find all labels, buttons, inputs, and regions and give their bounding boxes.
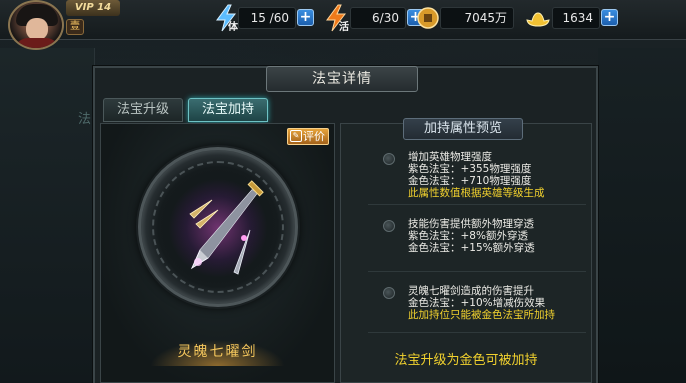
bonus-slot-1[interactable]: 增加英雄物理强度 紫色法宝：+355物理强度 金色法宝：+710物理强度 此属性… bbox=[368, 145, 586, 205]
edit-icon: ✎ bbox=[290, 130, 302, 142]
stamina-value: 15 /60 bbox=[238, 7, 296, 29]
rank-badge: 壹 bbox=[66, 19, 84, 35]
avatar-face bbox=[26, 18, 48, 40]
background-left-panel bbox=[0, 48, 95, 383]
upgrade-hint: 法宝升级为金色可被加持 bbox=[394, 353, 538, 368]
dialog-title: 法宝详情 bbox=[266, 66, 418, 92]
treasure-name: 灵魄七曜剑 bbox=[150, 340, 285, 366]
bonus-line: 增加英雄物理强度 bbox=[408, 151, 492, 163]
bonus-line: 紫色法宝：+8%额外穿透 bbox=[408, 230, 528, 242]
rate-button[interactable]: ✎ 评价 bbox=[287, 128, 329, 145]
coin-icon-svg bbox=[417, 7, 439, 29]
bonus-slot-3[interactable]: 灵魄七曜剑造成的伤害提升 金色法宝：+10%增减伤效果 此加持位只能被金色法宝所… bbox=[368, 273, 586, 333]
sword-icon bbox=[189, 180, 264, 275]
gold-ingot-icon-svg bbox=[526, 12, 550, 27]
rate-button-label: 评价 bbox=[303, 130, 325, 143]
gold-value: 1634 bbox=[552, 7, 600, 29]
vigor-tag: 活 bbox=[339, 22, 349, 33]
tab-treasure-upgrade[interactable]: 法宝升级 bbox=[103, 98, 183, 122]
background-text: 法 bbox=[78, 112, 92, 127]
bonus-line: 金色法宝：+15%额外穿透 bbox=[408, 242, 535, 254]
bonus-slot-2-radio[interactable] bbox=[383, 220, 395, 232]
bonus-preview-title: 加持属性预览 bbox=[403, 118, 523, 140]
add-stamina-button[interactable]: + bbox=[297, 9, 314, 26]
bonus-line: 金色法宝：+10%增减伤效果 bbox=[408, 297, 546, 309]
bonus-line: 金色法宝：+710物理强度 bbox=[408, 175, 532, 187]
stamina-tag: 体 bbox=[228, 22, 238, 33]
player-avatar[interactable] bbox=[8, 0, 64, 50]
vip-badge[interactable]: VIP 14 bbox=[66, 0, 120, 16]
bonus-slot-3-radio[interactable] bbox=[383, 287, 395, 299]
gold-ingot-icon bbox=[524, 4, 552, 32]
bonus-slot-1-radio[interactable] bbox=[383, 153, 395, 165]
coins-value: 7045万 bbox=[440, 7, 514, 29]
bonus-note: 此属性数值根据英雄等级生成 bbox=[408, 187, 545, 199]
vigor-value: 6/30 bbox=[350, 7, 406, 29]
add-gold-button[interactable]: + bbox=[601, 9, 618, 26]
bonus-note: 此加持位只能被金色法宝所加持 bbox=[408, 309, 555, 321]
coin-icon bbox=[414, 4, 442, 32]
bonus-line: 紫色法宝：+355物理强度 bbox=[408, 163, 532, 175]
tab-treasure-blessing[interactable]: 法宝加持 bbox=[188, 98, 268, 122]
bonus-slot-2[interactable]: 技能伤害提供额外物理穿透 紫色法宝：+8%额外穿透 金色法宝：+15%额外穿透 bbox=[368, 206, 586, 272]
bonus-line: 灵魄七曜剑造成的伤害提升 bbox=[408, 285, 534, 297]
background-right-panel bbox=[598, 48, 686, 383]
bonus-line: 技能伤害提供额外物理穿透 bbox=[408, 218, 534, 230]
